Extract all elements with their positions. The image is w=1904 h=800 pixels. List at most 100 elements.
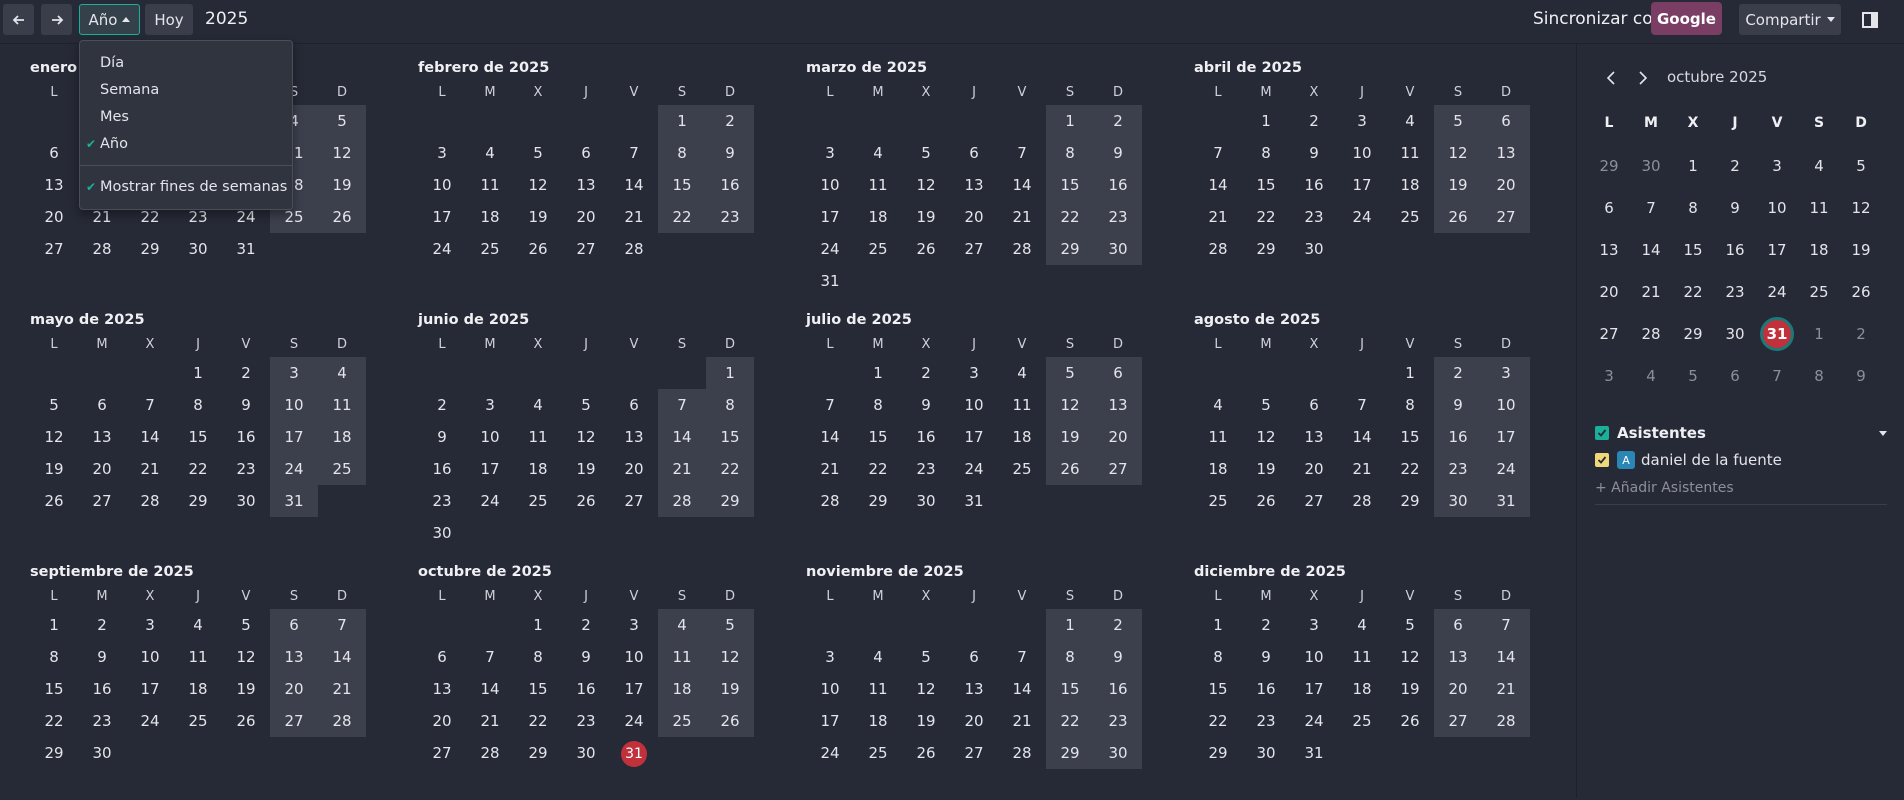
day-cell[interactable]: 25	[466, 233, 514, 265]
day-cell[interactable]: 11	[658, 641, 706, 673]
day-cell[interactable]: 18	[466, 201, 514, 233]
day-cell[interactable]: 20	[950, 705, 998, 737]
day-cell[interactable]: 26	[1046, 453, 1094, 485]
day-cell[interactable]: 12	[902, 673, 950, 705]
day-cell[interactable]: 25	[658, 705, 706, 737]
day-cell[interactable]: 11	[1338, 641, 1386, 673]
day-cell[interactable]: 4	[466, 137, 514, 169]
day-cell[interactable]: 12	[1242, 421, 1290, 453]
mini-day-cell[interactable]: 23	[1714, 271, 1756, 313]
mini-day-cell[interactable]: 14	[1630, 229, 1672, 271]
day-cell[interactable]: 15	[1386, 421, 1434, 453]
mini-day-cell[interactable]: 8	[1672, 187, 1714, 229]
mini-day-cell[interactable]: 9	[1840, 355, 1882, 397]
day-cell[interactable]: 13	[950, 169, 998, 201]
day-cell[interactable]: 29	[1386, 485, 1434, 517]
day-cell[interactable]: 16	[562, 673, 610, 705]
day-cell[interactable]: 6	[1290, 389, 1338, 421]
day-cell[interactable]: 7	[658, 389, 706, 421]
mini-day-cell[interactable]: 29	[1672, 313, 1714, 355]
day-cell[interactable]: 21	[126, 453, 174, 485]
day-cell[interactable]: 20	[1482, 169, 1530, 201]
day-cell[interactable]: 21	[610, 201, 658, 233]
day-cell[interactable]: 16	[902, 421, 950, 453]
day-cell[interactable]: 20	[418, 705, 466, 737]
day-cell[interactable]: 25	[998, 453, 1046, 485]
day-cell[interactable]: 2	[902, 357, 950, 389]
day-cell[interactable]: 21	[806, 453, 854, 485]
day-cell[interactable]: 30	[1290, 233, 1338, 265]
day-cell[interactable]: 17	[270, 421, 318, 453]
add-attendees-link[interactable]: + Añadir Asistentes	[1595, 480, 1734, 496]
day-cell[interactable]: 2	[706, 105, 754, 137]
day-cell[interactable]: 3	[270, 357, 318, 389]
day-cell[interactable]: 30	[222, 485, 270, 517]
day-cell[interactable]: 27	[1094, 453, 1142, 485]
day-cell[interactable]: 16	[78, 673, 126, 705]
day-cell[interactable]: 18	[998, 421, 1046, 453]
day-cell[interactable]: 13	[610, 421, 658, 453]
day-cell[interactable]: 16	[1290, 169, 1338, 201]
day-cell[interactable]: 3	[806, 641, 854, 673]
day-cell[interactable]: 14	[466, 673, 514, 705]
sidebar-toggle-icon[interactable]	[1859, 8, 1883, 32]
day-cell[interactable]: 13	[270, 641, 318, 673]
day-cell[interactable]: 10	[806, 169, 854, 201]
chevron-down-icon[interactable]	[1879, 431, 1887, 436]
day-cell[interactable]: 10	[1482, 389, 1530, 421]
menu-item-year[interactable]: ✔ Año	[80, 131, 292, 157]
day-cell[interactable]: 5	[902, 641, 950, 673]
day-cell[interactable]: 22	[658, 201, 706, 233]
day-cell[interactable]: 29	[854, 485, 902, 517]
day-cell[interactable]: 15	[658, 169, 706, 201]
day-cell[interactable]: 26	[1386, 705, 1434, 737]
day-cell[interactable]: 11	[466, 169, 514, 201]
day-cell[interactable]: 10	[610, 641, 658, 673]
mini-day-cell[interactable]: 16	[1714, 229, 1756, 271]
day-cell[interactable]: 3	[950, 357, 998, 389]
day-cell[interactable]: 10	[126, 641, 174, 673]
day-cell[interactable]: 1	[1046, 105, 1094, 137]
day-cell[interactable]: 13	[1290, 421, 1338, 453]
day-cell[interactable]: 13	[1434, 641, 1482, 673]
day-cell[interactable]: 1	[174, 357, 222, 389]
day-cell[interactable]: 27	[1482, 201, 1530, 233]
day-cell[interactable]: 29	[174, 485, 222, 517]
day-cell[interactable]: 31	[1290, 737, 1338, 769]
day-cell[interactable]: 24	[270, 453, 318, 485]
day-cell[interactable]: 2	[1290, 105, 1338, 137]
day-cell[interactable]: 23	[222, 453, 270, 485]
day-cell[interactable]: 28	[1482, 705, 1530, 737]
day-cell[interactable]: 5	[318, 105, 366, 137]
day-cell[interactable]: 12	[1046, 389, 1094, 421]
day-cell[interactable]: 15	[30, 673, 78, 705]
day-cell[interactable]: 23	[706, 201, 754, 233]
day-cell[interactable]: 19	[30, 453, 78, 485]
day-cell[interactable]: 18	[854, 201, 902, 233]
day-cell[interactable]: 20	[1434, 673, 1482, 705]
day-cell[interactable]: 24	[1338, 201, 1386, 233]
day-cell[interactable]: 11	[174, 641, 222, 673]
day-cell[interactable]: 15	[174, 421, 222, 453]
day-cell[interactable]: 2	[562, 609, 610, 641]
day-cell[interactable]: 26	[902, 233, 950, 265]
day-cell[interactable]: 24	[418, 233, 466, 265]
day-cell[interactable]: 25	[854, 233, 902, 265]
day-cell[interactable]: 9	[902, 389, 950, 421]
checkbox-checked-icon[interactable]	[1595, 453, 1609, 467]
previous-button[interactable]	[3, 4, 34, 35]
day-cell[interactable]: 8	[514, 641, 562, 673]
day-cell[interactable]: 9	[418, 421, 466, 453]
day-cell[interactable]: 5	[706, 609, 754, 641]
day-cell[interactable]: 11	[854, 169, 902, 201]
day-cell[interactable]: 24	[806, 233, 854, 265]
day-cell[interactable]: 28	[1338, 485, 1386, 517]
mini-day-cell[interactable]: 7	[1756, 355, 1798, 397]
day-cell[interactable]: 13	[1482, 137, 1530, 169]
day-cell[interactable]: 3	[610, 609, 658, 641]
day-cell[interactable]: 2	[1094, 609, 1142, 641]
day-cell[interactable]: 30	[902, 485, 950, 517]
day-cell[interactable]: 27	[562, 233, 610, 265]
day-cell[interactable]: 4	[514, 389, 562, 421]
day-cell[interactable]: 25	[1338, 705, 1386, 737]
